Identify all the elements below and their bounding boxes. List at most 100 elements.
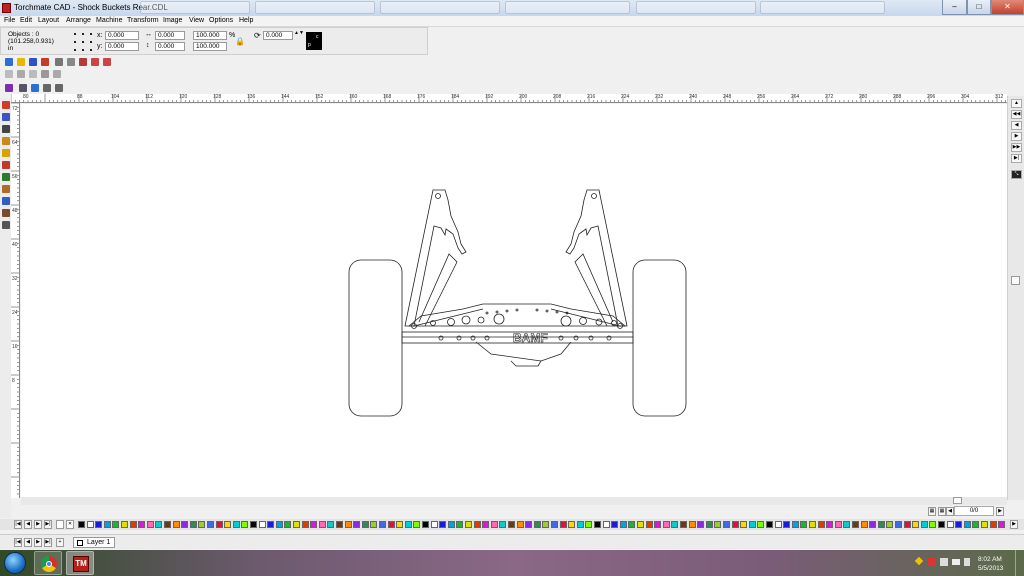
color-swatch[interactable] [800,521,808,528]
color-swatch[interactable] [662,521,670,528]
grid-icon[interactable] [31,84,39,92]
color-swatch[interactable] [766,521,773,528]
print-icon[interactable] [41,58,49,66]
color-swatch[interactable] [972,521,980,528]
zoom-tool-icon[interactable] [2,149,10,157]
color-swatch[interactable] [809,521,816,528]
page-prev-button[interactable]: ◀ [1011,121,1022,130]
page-end-button[interactable]: ▶| [1011,154,1022,163]
color-swatch[interactable] [241,521,249,528]
color-swatch[interactable] [938,521,945,528]
color-swatch[interactable] [654,521,662,528]
scroll-up-button[interactable]: ▲ [1011,99,1022,108]
color-swatch[interactable] [224,521,232,528]
pen-tool-icon[interactable] [2,185,10,193]
move-icon[interactable] [5,70,13,78]
layer-prev-button[interactable]: ◀ [24,538,32,547]
no-fill-swatch[interactable] [56,520,64,529]
menu-help[interactable]: Help [239,17,253,24]
color-swatch[interactable] [688,521,696,528]
tray-app-icon[interactable] [940,558,948,566]
color-swatch[interactable] [834,521,842,528]
pick-tool-icon[interactable] [2,101,10,109]
color-swatch[interactable] [370,521,378,528]
color-swatch[interactable] [740,521,748,528]
undo-icon[interactable] [91,58,99,66]
maximize-button[interactable]: □ [967,0,991,15]
color-swatch[interactable] [611,521,619,528]
menu-view[interactable]: View [189,17,204,24]
color-swatch[interactable] [103,521,111,528]
color-swatch[interactable] [843,521,851,528]
polygon-tool-icon[interactable] [2,173,10,181]
show-desktop-button[interactable] [1015,550,1024,576]
color-swatch[interactable] [172,521,180,528]
vertical-scrollbar[interactable]: ▲ ◀◀ ◀ ▶ ▶▶ ▶| ⤡ [1007,96,1024,500]
minimize-button[interactable]: – [942,0,967,15]
color-swatch[interactable] [499,521,507,528]
color-swatch[interactable] [791,521,799,528]
color-swatch[interactable] [293,521,300,528]
color-swatch[interactable] [697,521,705,528]
color-swatch[interactable] [430,521,438,528]
color-swatch[interactable] [981,521,988,528]
color-swatch[interactable] [516,521,524,528]
triangle-tool-icon[interactable] [2,137,10,145]
page-tool-icon[interactable]: ▦ [938,507,946,516]
color-swatch[interactable] [275,521,283,528]
network-icon[interactable] [952,559,960,565]
color-swatch[interactable] [774,521,782,528]
color-swatch[interactable] [533,521,541,528]
color-swatch[interactable] [267,521,275,528]
color-swatch[interactable] [207,521,214,528]
page-last-button[interactable]: ▶▶ [1011,143,1022,152]
cad-drawing[interactable]: BAMF [21,104,1007,498]
torchmate-app-icon[interactable] [2,3,11,13]
color-swatch[interactable] [508,521,515,528]
horizontal-scrollbar[interactable] [21,497,1007,505]
volume-icon[interactable] [964,558,970,566]
color-swatch[interactable] [955,521,963,528]
layer-tab[interactable]: Layer 1 [73,537,115,548]
palette-next-button[interactable]: ▶ [34,520,42,529]
color-swatch[interactable] [284,521,292,528]
redo-icon[interactable] [103,58,111,66]
color-swatch[interactable] [121,521,128,528]
text-tool-icon[interactable] [2,125,10,133]
taskbar-chrome[interactable] [34,551,62,575]
y-position-input[interactable]: 0.000 [105,42,139,51]
menu-layout[interactable]: Layout [38,17,59,24]
color-swatch[interactable] [301,521,309,528]
paste-icon[interactable] [79,58,87,66]
color-swatch[interactable] [723,521,730,528]
color-swatch[interactable] [379,521,386,528]
menu-edit[interactable]: Edit [20,17,32,24]
page-tool-icon[interactable]: ▦ [928,507,936,516]
color-swatch[interactable] [585,521,593,528]
save-file-icon[interactable] [29,58,37,66]
width-input[interactable]: 0.000 [155,31,185,40]
clock-time[interactable]: 8:02 AM [978,556,1002,563]
color-swatch[interactable] [336,521,343,528]
color-swatch[interactable] [78,521,85,528]
guides-icon[interactable] [55,84,63,92]
color-swatch[interactable] [877,521,885,528]
mirror-icon[interactable] [29,70,37,78]
color-swatch[interactable] [886,521,894,528]
color-swatch[interactable] [95,521,103,528]
color-swatch[interactable] [525,521,533,528]
palette-scroll-right[interactable]: ▶ [1010,520,1018,529]
color-swatch[interactable] [181,521,189,528]
shape-tool-icon[interactable] [2,113,10,121]
color-swatch[interactable] [456,521,464,528]
vertical-scroll-thumb[interactable] [1011,276,1020,285]
color-swatch[interactable] [680,521,687,528]
menu-transform[interactable]: Transform [127,17,159,24]
open-file-icon[interactable] [17,58,25,66]
color-swatch[interactable] [903,521,911,528]
color-swatch[interactable] [705,521,713,528]
start-button[interactable] [4,552,26,574]
close-button[interactable]: ✕ [991,0,1024,15]
node-edit-icon[interactable] [19,84,27,92]
layer-add-button[interactable]: + [56,538,64,547]
